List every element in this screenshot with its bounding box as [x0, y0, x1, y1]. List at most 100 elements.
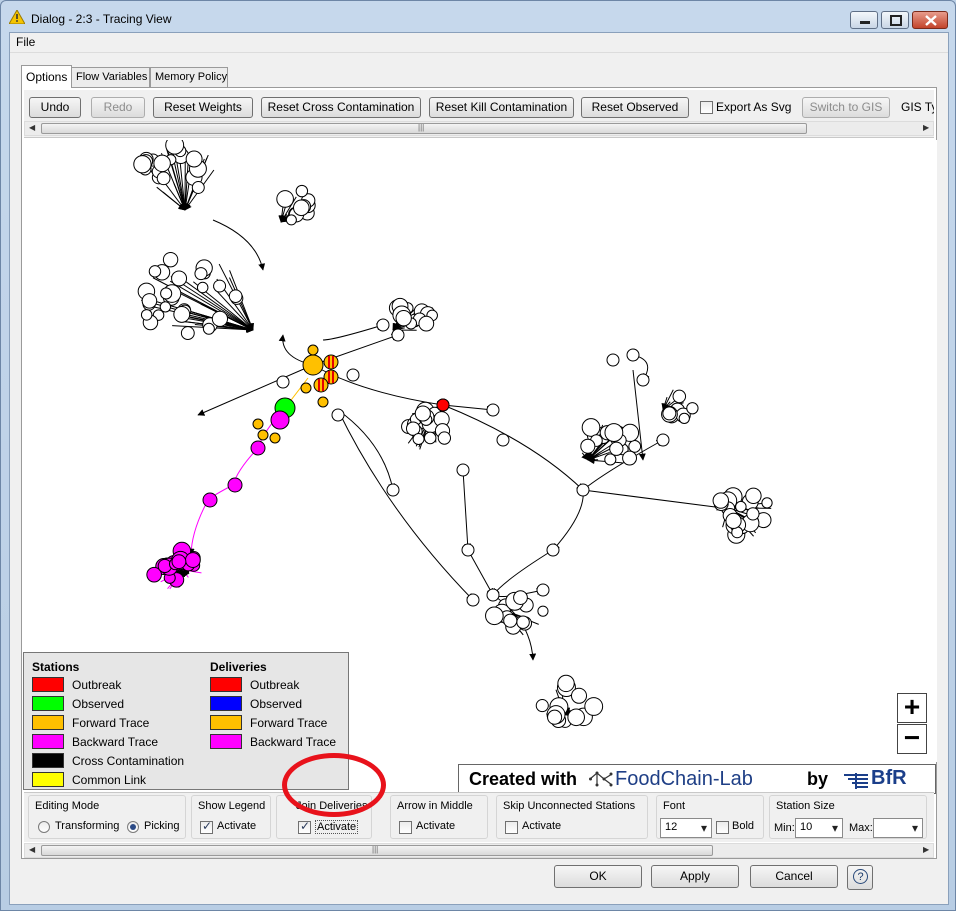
station-node[interactable] [133, 155, 152, 174]
station-node[interactable] [295, 184, 309, 198]
join-deliveries-checkbox[interactable] [298, 819, 311, 834]
station-node[interactable] [516, 615, 530, 629]
apply-button[interactable]: Apply [651, 865, 739, 888]
station-node[interactable] [302, 354, 324, 376]
station-node[interactable] [503, 613, 518, 628]
station-node[interactable] [194, 267, 208, 281]
station-node[interactable] [252, 418, 264, 430]
arrow-middle-checkbox[interactable] [399, 821, 412, 834]
station-node[interactable] [418, 315, 435, 332]
reset-weights-button[interactable]: Reset Weights [153, 97, 253, 118]
delivery-edge[interactable] [322, 323, 384, 341]
station-node[interactable] [156, 171, 171, 186]
delivery-edge[interactable] [582, 489, 724, 511]
station-node[interactable] [293, 199, 310, 217]
station-node[interactable] [622, 450, 638, 466]
delivery-edge[interactable] [467, 549, 494, 596]
station-node[interactable] [485, 606, 504, 626]
delivery-edge[interactable] [197, 364, 314, 416]
station-node[interactable] [735, 500, 747, 513]
station-node[interactable] [535, 699, 549, 713]
station-node[interactable] [227, 477, 243, 493]
minimize-button[interactable] [850, 11, 878, 29]
station-node[interactable] [213, 279, 227, 293]
station-node[interactable] [486, 588, 500, 602]
station-node[interactable] [270, 410, 290, 430]
station-node[interactable] [317, 396, 329, 408]
station-size-min-select[interactable]: 10 [795, 818, 843, 838]
delivery-edge[interactable] [337, 409, 474, 601]
reset-observed-button[interactable]: Reset Observed [581, 97, 689, 118]
station-node[interactable] [686, 402, 699, 415]
station-node[interactable] [636, 373, 650, 387]
station-node[interactable] [395, 310, 412, 327]
delivery-edge[interactable] [552, 489, 584, 551]
station-node[interactable] [307, 344, 319, 356]
station-node[interactable] [196, 281, 209, 294]
station-node[interactable] [437, 431, 452, 445]
cancel-button[interactable]: Cancel [750, 865, 838, 888]
station-node[interactable] [456, 463, 470, 477]
station-node[interactable] [173, 306, 191, 323]
close-button[interactable] [912, 11, 948, 29]
show-legend-checkbox[interactable] [200, 819, 213, 834]
tab-memory-policy[interactable]: Memory Policy [150, 67, 228, 87]
station-node[interactable] [313, 377, 329, 393]
station-node[interactable] [276, 190, 294, 208]
station-node[interactable] [496, 433, 510, 447]
station-node[interactable] [269, 432, 281, 444]
station-node[interactable] [712, 492, 730, 509]
station-node[interactable] [202, 322, 215, 335]
station-node[interactable] [276, 375, 290, 389]
station-node[interactable] [211, 310, 229, 327]
scroll-left-icon[interactable]: ◀ [29, 123, 35, 132]
toolbar-scrollbar[interactable]: ◀ ||| ▶ [24, 121, 934, 136]
station-node[interactable] [300, 382, 312, 394]
tab-flow-variables[interactable]: Flow Variables [71, 67, 150, 87]
delivery-edge[interactable] [212, 219, 266, 271]
station-node[interactable] [162, 251, 179, 268]
scroll-right-icon[interactable]: ▶ [923, 123, 929, 132]
station-node[interactable] [536, 583, 550, 597]
station-node[interactable] [745, 487, 762, 505]
help-button[interactable]: ? [847, 865, 873, 890]
station-node[interactable] [376, 318, 390, 332]
station-node[interactable] [576, 483, 590, 497]
station-node[interactable] [678, 412, 690, 425]
title-bar[interactable]: Dialog - 2:3 - Tracing View [1, 1, 956, 33]
station-node[interactable] [628, 439, 642, 453]
scroll-left-icon[interactable]: ◀ [29, 845, 35, 854]
station-node[interactable] [656, 433, 670, 447]
station-node[interactable] [725, 512, 742, 529]
station-node[interactable] [414, 405, 431, 422]
tab-options[interactable]: Options [21, 65, 73, 88]
station-node[interactable] [141, 293, 158, 309]
zoom-out-button[interactable]: − [897, 724, 927, 754]
station-node[interactable] [570, 687, 588, 704]
station-node[interactable] [386, 483, 400, 497]
station-node[interactable] [331, 408, 345, 422]
toolbar-scroll-thumb[interactable]: ||| [41, 123, 807, 134]
station-node[interactable] [423, 431, 437, 445]
station-node[interactable] [160, 287, 173, 300]
station-node[interactable] [626, 348, 640, 362]
delivery-edge[interactable] [337, 409, 396, 491]
station-node[interactable] [761, 497, 773, 509]
station-node[interactable] [346, 368, 360, 382]
station-node[interactable] [191, 180, 205, 194]
station-node[interactable] [228, 289, 243, 303]
picking-radio[interactable] [127, 821, 139, 833]
scroll-right-icon[interactable]: ▶ [923, 845, 929, 854]
station-node[interactable] [609, 441, 624, 456]
menu-file[interactable]: File [16, 35, 35, 49]
station-node[interactable] [250, 440, 266, 456]
options-scrollbar[interactable]: ◀ ||| ▶ [24, 843, 934, 858]
export-svg-checkbox[interactable] [700, 101, 713, 114]
station-node[interactable] [486, 403, 500, 417]
station-node[interactable] [185, 150, 203, 168]
station-node[interactable] [466, 593, 480, 607]
station-node[interactable] [746, 507, 760, 521]
station-node[interactable] [461, 543, 475, 557]
station-node[interactable] [412, 432, 425, 445]
zoom-in-button[interactable]: + [897, 693, 927, 723]
